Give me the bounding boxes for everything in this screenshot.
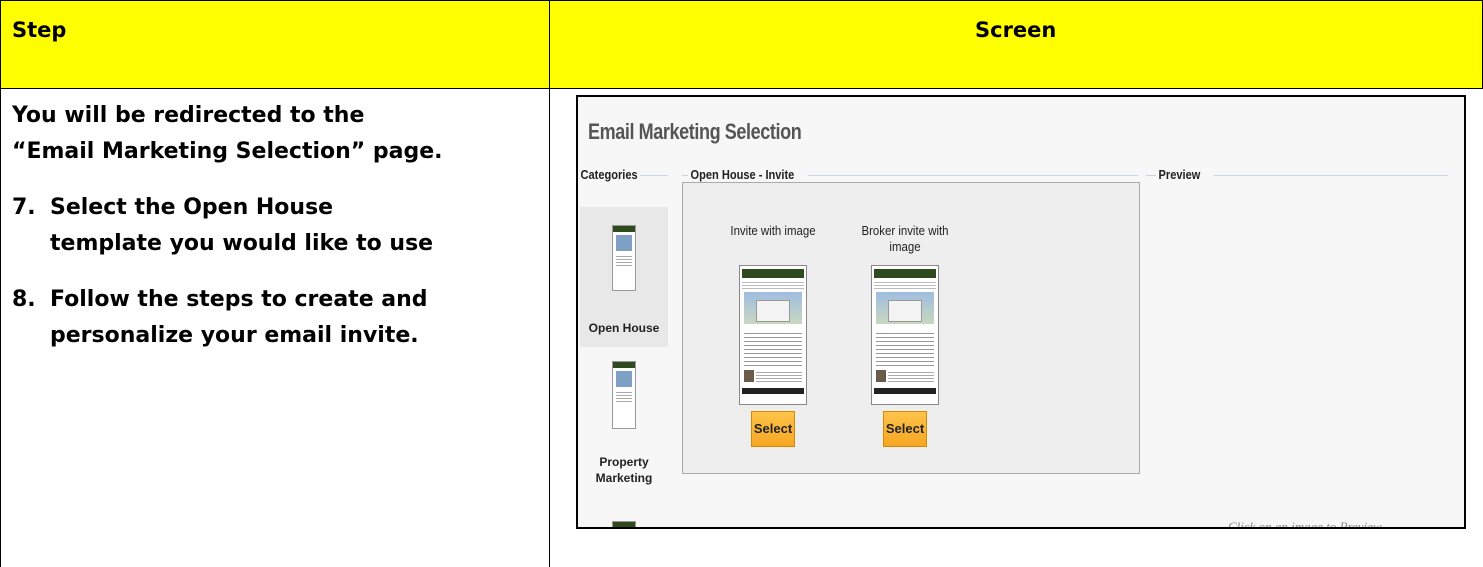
preview-hint: Click on an image to Preview [1228, 519, 1382, 529]
step-7-number: 7. [12, 195, 36, 220]
panel-fieldset-line-right [808, 175, 1138, 176]
intro-line-1: You will be redirected to the [12, 103, 365, 128]
step-8-line-2: personalize your email invite. [50, 323, 419, 348]
template-2-select-button[interactable]: Select [883, 411, 927, 447]
category-open-house[interactable]: Open House [580, 207, 668, 347]
categories-list: Open House Property Marketing [580, 207, 668, 527]
panel-legend: Open House - Invite [688, 167, 797, 182]
template-1-image[interactable] [739, 265, 807, 405]
table-border-header [0, 88, 1483, 89]
step-7-line-1: Select the Open House [50, 195, 334, 220]
email-marketing-screenshot: Email Marketing Selection Categories Ope… [576, 95, 1466, 529]
table-border-middle [549, 0, 550, 567]
intro-line-2: “Email Marketing Selection” page. [12, 139, 443, 164]
open-house-thumbnail[interactable] [612, 225, 636, 291]
step-8: 8. Follow the steps to create and persona… [12, 282, 428, 354]
template-2-label-2: image [889, 239, 921, 254]
header-step-label: Step [12, 18, 67, 42]
category-property-marketing-label-1: Property [599, 455, 649, 469]
category-open-house-label: Open House [588, 321, 660, 335]
template-2-label-1: Broker invite with [861, 223, 949, 238]
category-property-marketing-label-2: Marketing [595, 471, 653, 485]
step-8-line-1: Follow the steps to create and [50, 287, 428, 312]
table-border-left [0, 0, 1, 567]
page-title: Email Marketing Selection [588, 119, 802, 144]
preview-fieldset-line-left [1146, 175, 1156, 176]
intro-text: You will be redirected to the “Email Mar… [12, 98, 443, 170]
template-1-label: Invite with image [730, 223, 816, 238]
category-property-marketing[interactable]: Property Marketing [580, 347, 668, 527]
preview-fieldset-line-right [1214, 175, 1448, 176]
table-border-top [0, 0, 1483, 1]
preview-legend: Preview [1156, 167, 1203, 182]
header-cell-step [0, 0, 549, 88]
step-7: 7. Select the Open House template you wou… [12, 190, 433, 262]
next-category-thumbnail[interactable] [612, 521, 636, 527]
categories-legend: Categories [578, 167, 641, 182]
step-8-number: 8. [12, 287, 36, 312]
header-screen-label: Screen [975, 18, 1057, 42]
template-2-image[interactable] [871, 265, 939, 405]
step-7-line-2: template you would like to use [50, 231, 434, 256]
template-panel: Invite with image Select Broker invite w… [682, 182, 1140, 474]
template-1-select-button[interactable]: Select [751, 411, 795, 447]
header-cell-screen [550, 0, 1483, 88]
property-marketing-thumbnail[interactable] [612, 361, 636, 429]
